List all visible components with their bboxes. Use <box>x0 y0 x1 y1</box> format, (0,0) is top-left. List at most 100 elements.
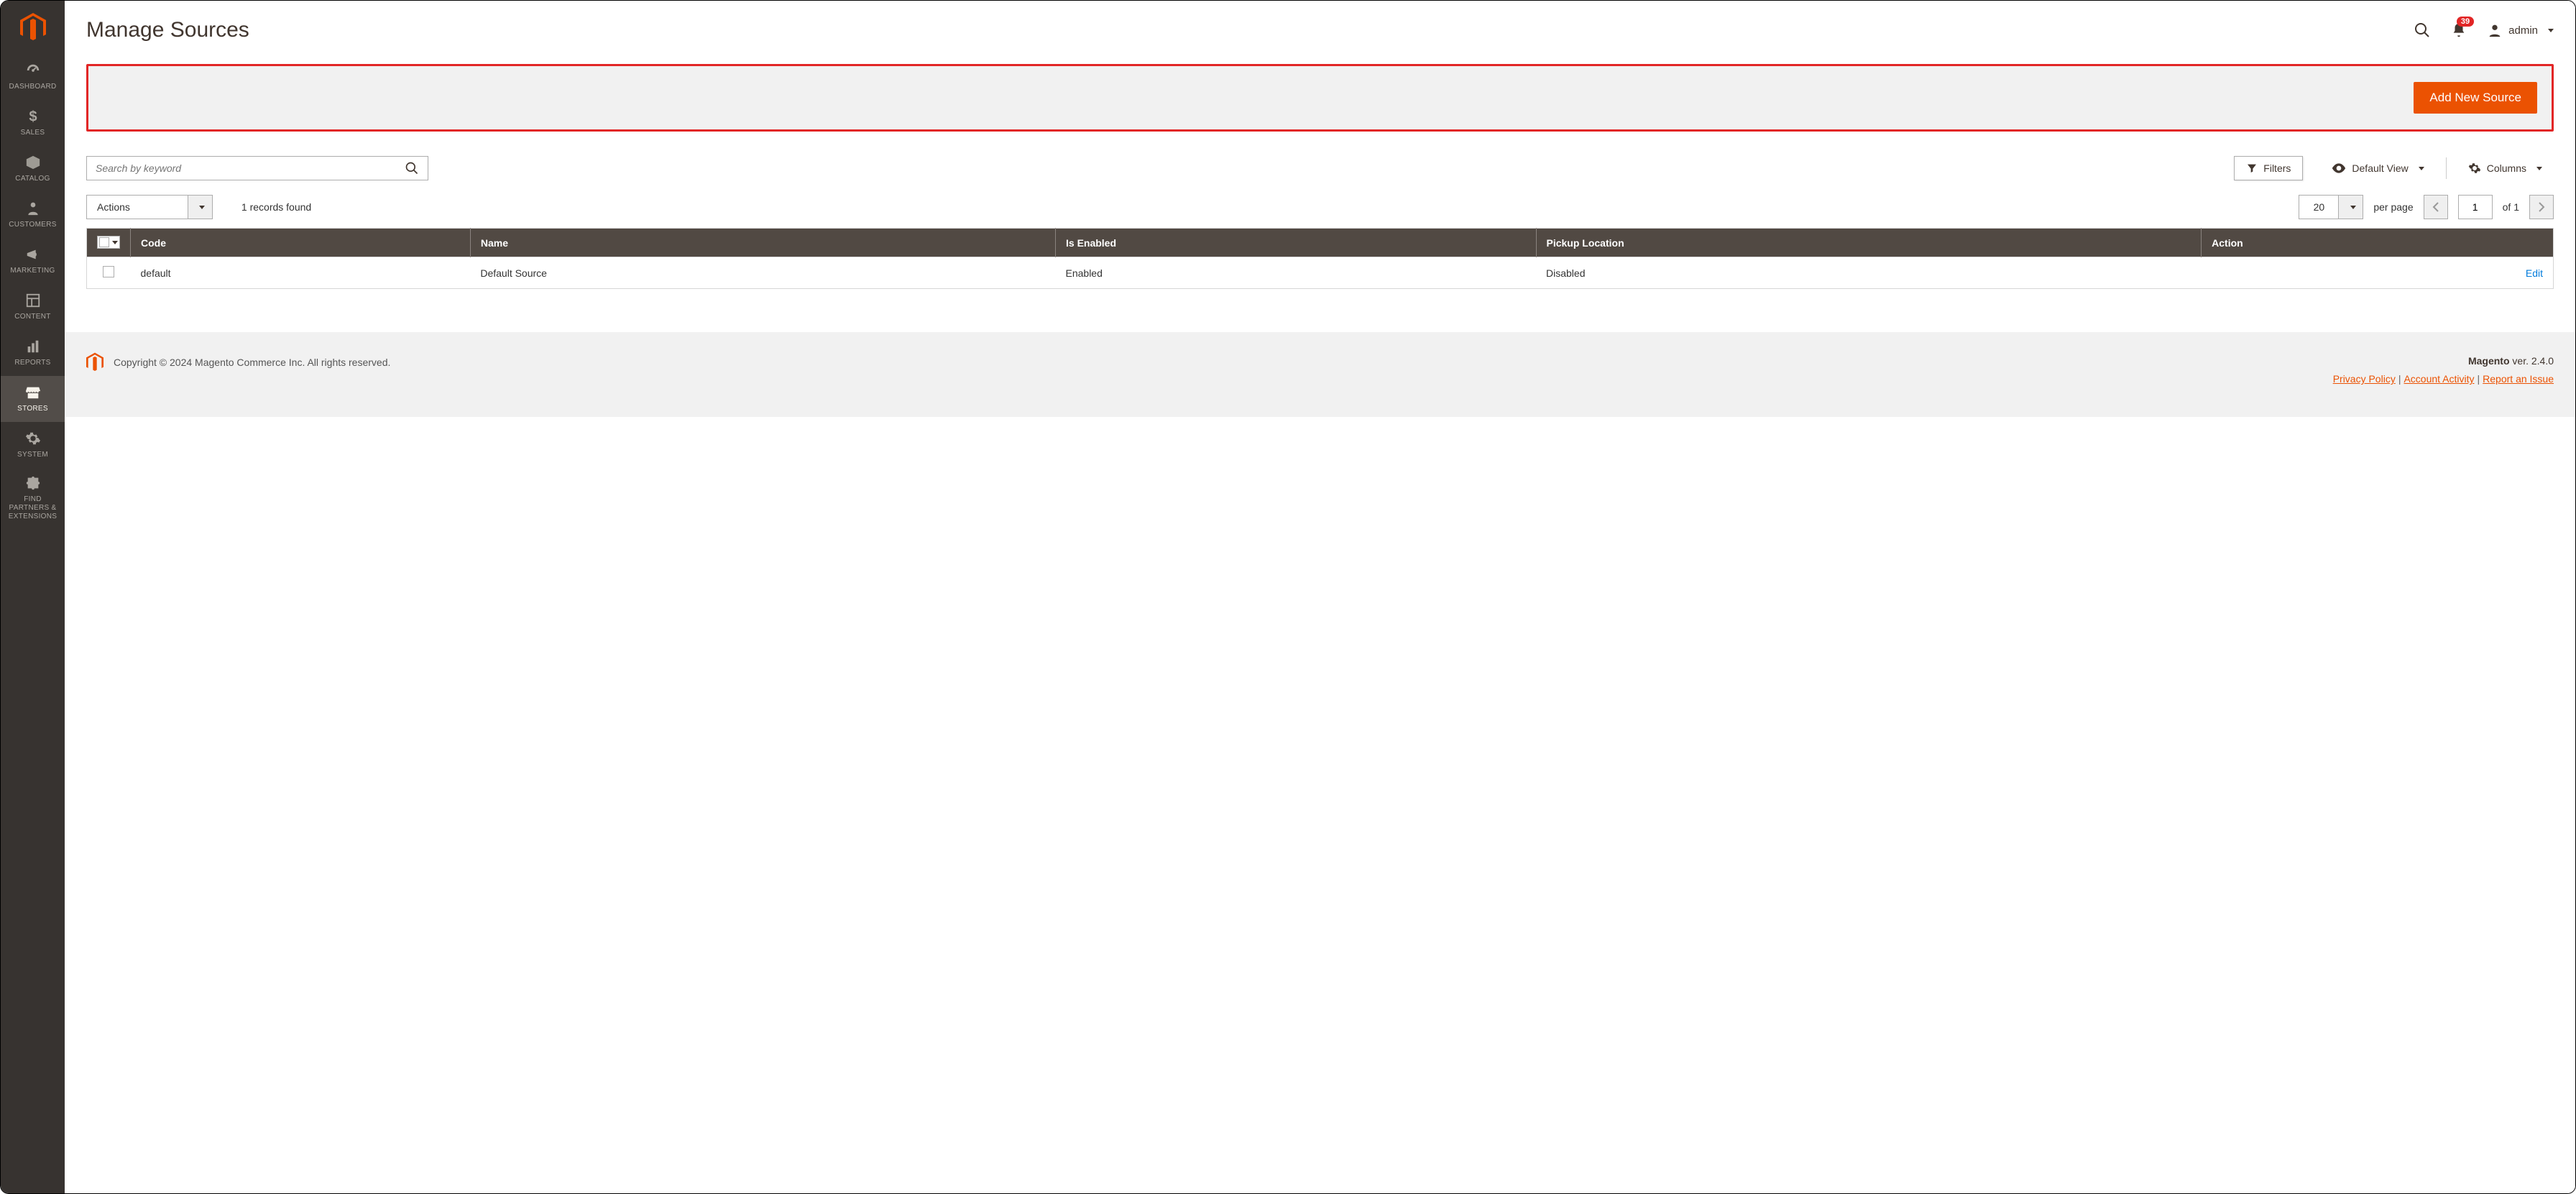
sidebar-item-catalog[interactable]: CATALOG <box>1 146 65 192</box>
sidebar-item-stores[interactable]: STORES <box>1 376 65 422</box>
cell-is-enabled: Enabled <box>1056 257 1537 289</box>
column-name[interactable]: Name <box>470 229 1055 257</box>
total-pages: of 1 <box>2503 201 2519 213</box>
checkbox-icon <box>99 237 109 247</box>
cell-pickup-location: Disabled <box>1536 257 2202 289</box>
column-is-enabled[interactable]: Is Enabled <box>1056 229 1537 257</box>
column-pickup-location[interactable]: Pickup Location <box>1536 229 2202 257</box>
per-page-label: per page <box>2373 201 2413 213</box>
column-action: Action <box>2202 229 2554 257</box>
grid-controls: Actions 1 records found 20 per page of 1 <box>86 195 2554 219</box>
chevron-down-icon <box>2338 196 2363 219</box>
chevron-down-icon <box>2419 167 2424 170</box>
sidebar-item-marketing[interactable]: MARKETING <box>1 238 65 284</box>
nav-label: CATALOG <box>15 175 50 183</box>
sidebar-item-partners[interactable]: FIND PARTNERS & EXTENSIONS <box>1 468 65 528</box>
page-size-select[interactable]: 20 <box>2299 195 2363 219</box>
eye-icon <box>2332 163 2346 173</box>
product-name: Magento <box>2468 355 2510 367</box>
notifications-button[interactable]: 39 <box>2451 22 2467 38</box>
edit-link[interactable]: Edit <box>2526 267 2543 279</box>
dollar-icon: $ <box>25 109 41 124</box>
select-all-header[interactable] <box>87 229 131 257</box>
columns-button[interactable]: Columns <box>2457 156 2554 180</box>
topbar-right: 39 admin <box>2414 22 2554 39</box>
search-submit-button[interactable] <box>396 157 428 180</box>
privacy-policy-link[interactable]: Privacy Policy <box>2333 373 2396 385</box>
grid-toolbar: Filters Default View Columns <box>86 156 2554 180</box>
prev-page-button[interactable] <box>2424 195 2448 219</box>
global-search-button[interactable] <box>2414 22 2431 39</box>
sidebar-item-customers[interactable]: CUSTOMERS <box>1 192 65 238</box>
chevron-down-icon <box>112 241 118 244</box>
footer-left: Copyright © 2024 Magento Commerce Inc. A… <box>86 352 390 372</box>
chart-icon <box>25 339 41 354</box>
admin-sidebar: DASHBOARD $ SALES CATALOG CUSTOMERS MARK… <box>1 1 65 1193</box>
footer-right: Magento ver. 2.4.0 Privacy Policy|Accoun… <box>2333 352 2554 388</box>
nav-label: FIND PARTNERS & EXTENSIONS <box>4 495 62 521</box>
svg-text:$: $ <box>29 109 37 124</box>
nav-label: REPORTS <box>14 359 50 367</box>
mass-actions-select[interactable]: Actions <box>86 195 213 219</box>
records-count: 1 records found <box>242 201 311 213</box>
grid-controls-left: Actions 1 records found <box>86 195 311 219</box>
sources-table: Code Name Is Enabled Pickup Location Act… <box>86 228 2554 289</box>
action-bar: Add New Source <box>86 64 2554 132</box>
table-header-row: Code Name Is Enabled Pickup Location Act… <box>87 229 2554 257</box>
nav-label: DASHBOARD <box>9 83 56 91</box>
add-new-source-button[interactable]: Add New Source <box>2414 82 2537 114</box>
sidebar-item-sales[interactable]: $ SALES <box>1 100 65 146</box>
chevron-right-icon <box>2538 202 2545 212</box>
magento-logo-icon <box>86 352 104 372</box>
column-code[interactable]: Code <box>131 229 471 257</box>
user-menu[interactable]: admin <box>2487 22 2554 38</box>
nav-label: CONTENT <box>14 313 50 321</box>
default-view-label: Default View <box>2352 162 2408 174</box>
table-row: default Default Source Enabled Disabled … <box>87 257 2554 289</box>
page-number-input[interactable] <box>2458 195 2493 219</box>
filters-button[interactable]: Filters <box>2234 156 2303 180</box>
sidebar-item-dashboard[interactable]: DASHBOARD <box>1 54 65 100</box>
divider <box>2446 157 2447 179</box>
next-page-button[interactable] <box>2529 195 2554 219</box>
megaphone-icon <box>25 247 41 262</box>
row-checkbox[interactable] <box>103 266 114 277</box>
columns-label: Columns <box>2487 162 2526 174</box>
nav-label: CUSTOMERS <box>9 221 56 229</box>
page-footer: Copyright © 2024 Magento Commerce Inc. A… <box>65 332 2575 417</box>
box-icon <box>25 155 41 170</box>
dashboard-icon <box>25 63 41 78</box>
chevron-down-icon <box>2536 167 2542 170</box>
page-title: Manage Sources <box>86 18 249 42</box>
magento-logo[interactable] <box>1 1 65 54</box>
default-view-button[interactable]: Default View <box>2320 157 2435 180</box>
account-activity-link[interactable]: Account Activity <box>2404 373 2474 385</box>
nav-label: SYSTEM <box>17 451 48 459</box>
separator: | <box>2478 373 2480 385</box>
nav-label: MARKETING <box>10 267 55 275</box>
chevron-down-icon <box>2548 29 2554 32</box>
version-number: ver. 2.4.0 <box>2510 355 2554 367</box>
sidebar-item-content[interactable]: CONTENT <box>1 284 65 330</box>
search-icon <box>2414 22 2431 39</box>
user-icon <box>2487 22 2503 38</box>
nav-label: STORES <box>17 405 48 413</box>
notification-badge: 39 <box>2457 17 2474 27</box>
sidebar-item-reports[interactable]: REPORTS <box>1 330 65 376</box>
gear-icon <box>2468 162 2481 175</box>
footer-links: Privacy Policy|Account Activity|Report a… <box>2333 370 2554 388</box>
main-content: Manage Sources 39 admin Add New Source <box>65 1 2575 1193</box>
search-input[interactable] <box>87 157 396 180</box>
separator: | <box>2398 373 2401 385</box>
sidebar-item-system[interactable]: SYSTEM <box>1 422 65 468</box>
chevron-down-icon <box>188 196 212 219</box>
cell-name: Default Source <box>470 257 1055 289</box>
version-text: Magento ver. 2.4.0 <box>2333 352 2554 370</box>
layout-icon <box>25 293 41 308</box>
report-issue-link[interactable]: Report an Issue <box>2483 373 2554 385</box>
toolbar-right: Filters Default View Columns <box>2234 156 2554 180</box>
grid-controls-right: 20 per page of 1 <box>2299 195 2554 219</box>
nav-label: SALES <box>21 129 45 137</box>
topbar: Manage Sources 39 admin <box>65 1 2575 50</box>
keyword-search <box>86 156 428 180</box>
